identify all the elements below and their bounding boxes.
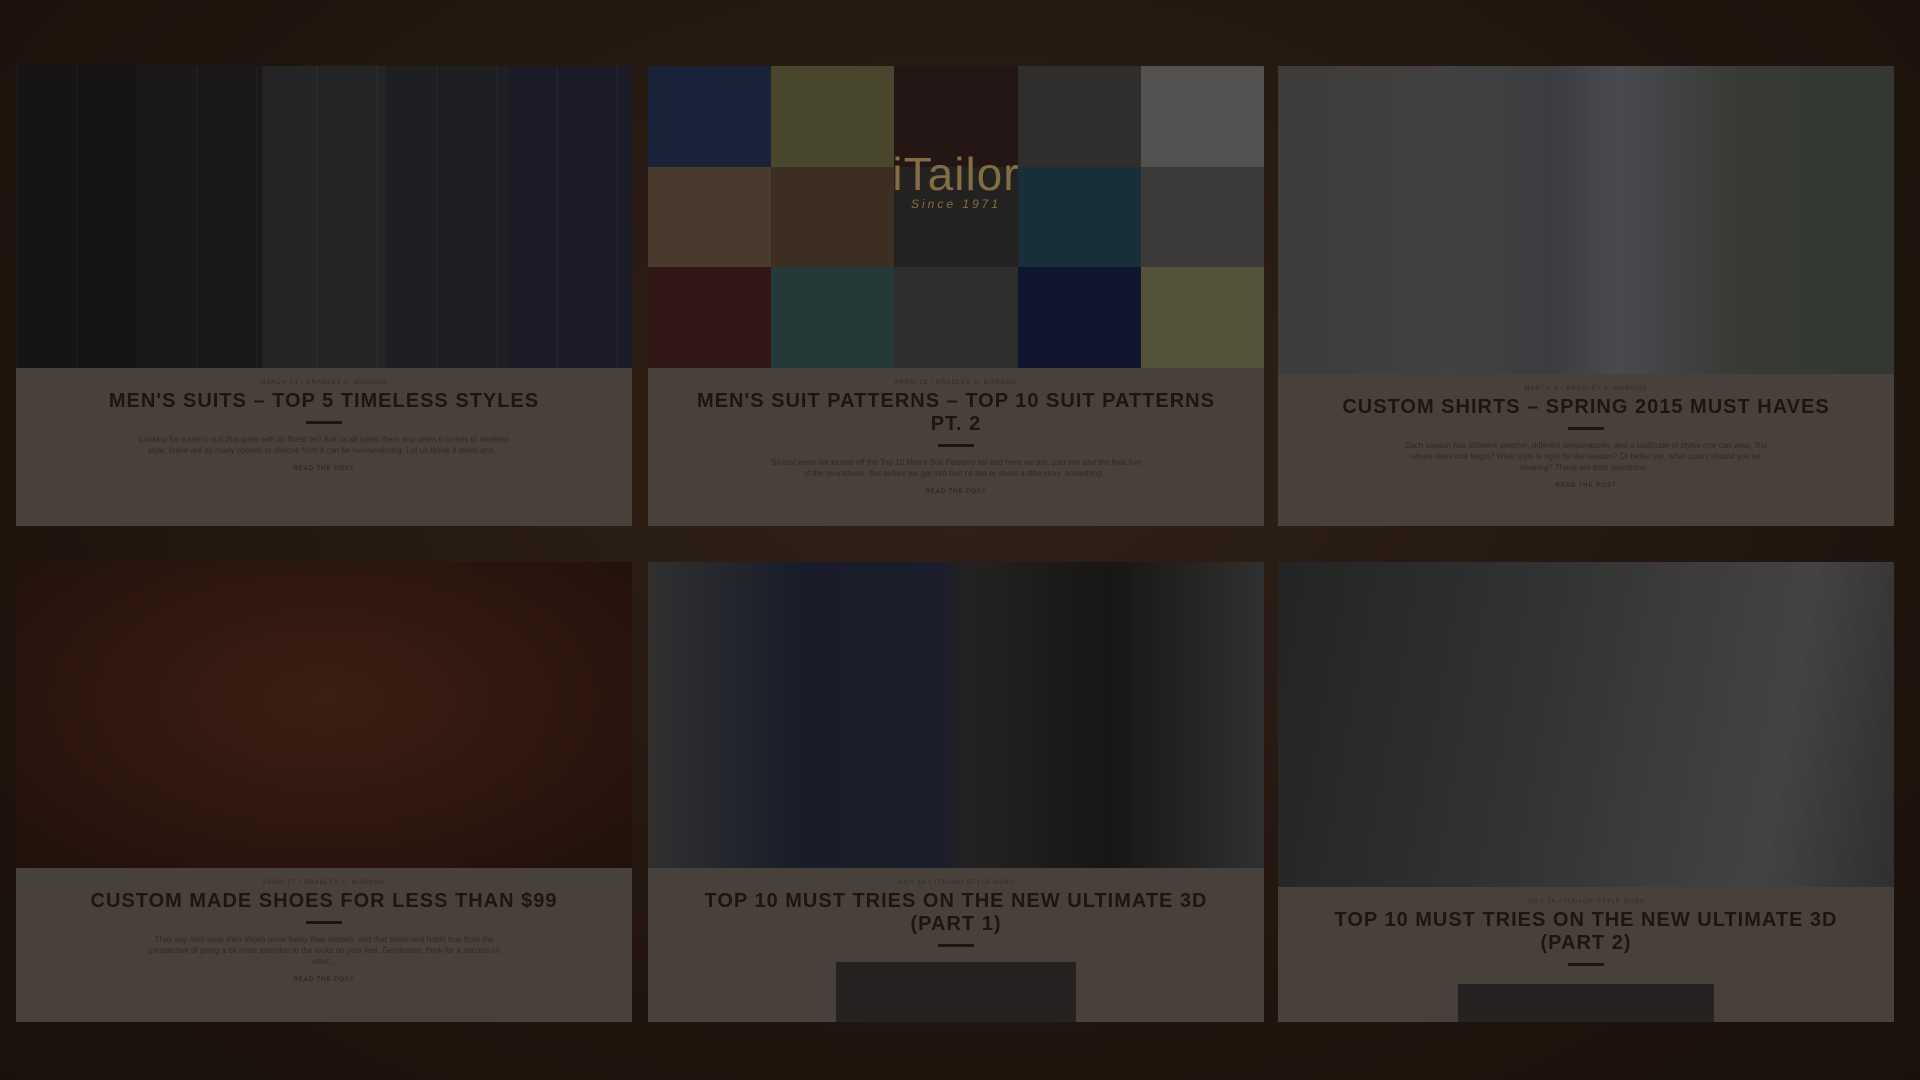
post-meta: MARCH 5 / BRADLEY A. MORONG — [1524, 386, 1648, 392]
post-image-shirt[interactable] — [1278, 66, 1894, 374]
fabric-swatch — [771, 66, 895, 167]
title-divider — [306, 421, 342, 424]
fabric-swatch — [648, 66, 772, 167]
post-title[interactable]: MEN'S SUITS – TOP 5 TIMELESS STYLES — [56, 390, 592, 413]
post-title[interactable]: CUSTOM MADE SHOES FOR LESS THAN $99 — [56, 890, 592, 913]
fabric-swatch — [1140, 66, 1264, 167]
itailor-logo: iTailor Since 1971 — [892, 151, 1019, 211]
post-image-patterns[interactable] — [648, 66, 1264, 368]
post-image-shoes[interactable] — [16, 562, 632, 868]
fabric-swatch — [894, 267, 1018, 368]
post-card-1[interactable]: MARCH 24 / BRADLEY A. MORONG MEN'S SUITS… — [16, 66, 632, 526]
post-card-2[interactable]: iTailor Since 1971 APRIL 22 / BRADLEY A.… — [648, 66, 1264, 526]
logo-since: Since 1971 — [910, 197, 1002, 211]
read-post-link[interactable]: READ THE POST — [16, 466, 632, 472]
title-divider — [1568, 963, 1604, 966]
post-meta: MARCH 24 / BRADLEY A. MORONG — [260, 380, 388, 386]
title-divider — [306, 921, 342, 924]
post-excerpt: They say men wear their shoes more freel… — [147, 935, 501, 966]
post-title[interactable]: TOP 10 MUST TRIES ON THE NEW ULTIMATE 3D… — [688, 890, 1224, 936]
post-title[interactable]: CUSTOM SHIRTS – SPRING 2015 MUST HAVES — [1318, 396, 1854, 419]
post-image-driver[interactable] — [1278, 562, 1894, 887]
blog-grid: MARCH 24 / BRADLEY A. MORONG MEN'S SUITS… — [16, 66, 1896, 1026]
post-card-4[interactable]: APRIL 27 / BRADLEY A. MORONG CUSTOM MADE… — [16, 562, 632, 1022]
post-excerpt: So last week we kicked off the Top 10 Me… — [771, 458, 1141, 478]
fabric-swatch — [1017, 66, 1141, 167]
fabric-swatch — [648, 166, 772, 268]
post-image-suits[interactable] — [16, 66, 632, 368]
read-post-link[interactable]: READ THE POST — [1278, 483, 1894, 489]
post-thumbnail[interactable] — [836, 962, 1076, 1022]
fabric-swatch — [1140, 267, 1264, 368]
fabric-swatch — [771, 267, 895, 368]
title-divider — [938, 944, 974, 947]
post-meta: JULY 16 / ITAILOR STYLE GURU — [1526, 899, 1646, 905]
fabric-swatch — [648, 267, 772, 368]
title-divider — [938, 444, 974, 447]
title-divider — [1568, 427, 1604, 430]
post-meta: APRIL 22 / BRADLEY A. MORONG — [894, 380, 1018, 386]
post-card-6[interactable]: JULY 16 / ITAILOR STYLE GURU TOP 10 MUST… — [1278, 562, 1894, 1022]
post-excerpt: Looking for a men's suit that goes with … — [139, 435, 509, 455]
post-card-5[interactable]: JULY 16 / ITAILOR STYLE GURU TOP 10 MUST… — [648, 562, 1264, 1022]
post-meta: JULY 16 / ITAILOR STYLE GURU — [896, 880, 1016, 886]
fabric-swatch — [1140, 166, 1264, 268]
post-image-men[interactable] — [648, 562, 1264, 868]
post-title[interactable]: TOP 10 MUST TRIES ON THE NEW ULTIMATE 3D… — [1318, 909, 1854, 955]
post-excerpt: Each season has different weather, diffe… — [1404, 441, 1768, 472]
post-title[interactable]: MEN'S SUIT PATTERNS – TOP 10 SUIT PATTER… — [688, 390, 1224, 436]
fabric-swatch — [771, 166, 895, 268]
fabric-swatch — [1017, 166, 1141, 268]
post-card-3[interactable]: MARCH 5 / BRADLEY A. MORONG CUSTOM SHIRT… — [1278, 66, 1894, 526]
fabric-swatch — [1017, 267, 1141, 368]
read-post-link[interactable]: READ THE POST — [648, 489, 1264, 495]
post-thumbnail[interactable] — [1458, 984, 1714, 1022]
logo-name: iTailor — [892, 148, 1020, 200]
post-meta: APRIL 27 / BRADLEY A. MORONG — [262, 880, 386, 886]
read-post-link[interactable]: READ THE POST — [16, 977, 632, 983]
